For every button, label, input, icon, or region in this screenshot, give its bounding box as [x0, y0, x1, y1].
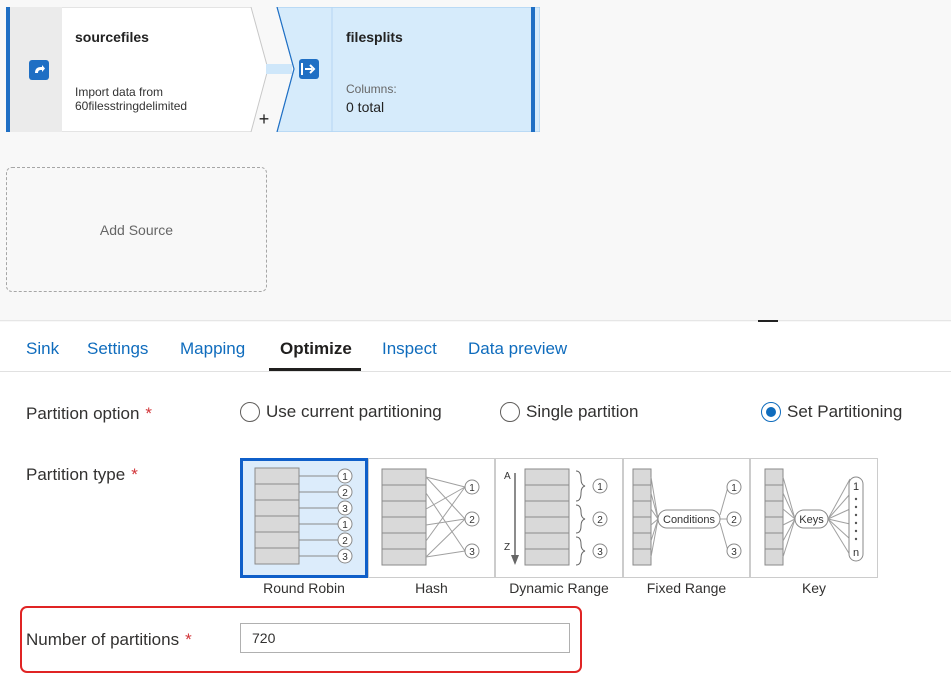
required-mark: *	[185, 630, 192, 649]
round-robin-mark: 2	[342, 488, 348, 499]
radio-indicator	[240, 402, 260, 422]
partition-tile-hash[interactable]: 1 2 3	[368, 458, 495, 578]
source-node-subtitle-2: 60filesstringdelimited	[75, 99, 188, 113]
partition-tile-label-round-robin: Round Robin	[263, 580, 345, 596]
radio-set-partitioning[interactable]: Set Partitioning	[761, 402, 902, 422]
source-icon	[29, 60, 49, 80]
sink-node-filesplits[interactable]: filesplits Columns: 0 total	[276, 7, 540, 132]
round-robin-diagram: 1 2 3 1 2 3	[254, 467, 353, 565]
fixed-range-center: Conditions	[663, 514, 715, 526]
dynamic-range-mark: 3	[597, 547, 603, 558]
add-transform-button[interactable]: +	[257, 109, 271, 129]
partition-tile-label-fixed-range: Fixed Range	[646, 580, 727, 596]
fixed-range-mark: 3	[731, 547, 737, 558]
required-mark: *	[145, 404, 153, 423]
sink-icon	[299, 59, 319, 79]
round-robin-mark: 1	[342, 472, 348, 483]
key-diagram: Keys 1 n	[764, 468, 864, 566]
radio-indicator	[500, 402, 520, 422]
settings-tabs: Sink Settings Mapping Optimize Inspect D…	[0, 322, 951, 372]
key-center: Keys	[799, 514, 824, 526]
partition-tile-label-hash: Hash	[415, 580, 448, 596]
canvas-divider	[0, 320, 951, 321]
dynamic-range-mark: 2	[597, 515, 603, 526]
tab-sink[interactable]: Sink	[26, 322, 59, 372]
hash-mark: 2	[469, 515, 475, 526]
source-node-sourcefiles[interactable]: sourcefiles Import data from 60filesstri…	[6, 7, 268, 132]
fixed-range-mark: 2	[731, 515, 737, 526]
sink-node-columns-value: 0 total	[346, 99, 385, 115]
dynamic-range-mark: 1	[597, 482, 603, 493]
partition-option-label: Partition option *	[26, 404, 153, 423]
fixed-range-mark: 1	[731, 483, 737, 494]
partition-type-label: Partition type *	[26, 465, 138, 484]
round-robin-mark: 3	[342, 504, 348, 515]
sink-node-columns-caption: Columns:	[346, 82, 397, 96]
hash-diagram: 1 2 3	[381, 468, 480, 566]
tab-inspect[interactable]: Inspect	[382, 322, 437, 372]
partition-tile-round-robin[interactable]: 1 2 3 1 2 3	[240, 458, 368, 578]
dynamic-range-diagram: A Z 1 2 3	[504, 468, 608, 566]
sink-node-title: filesplits	[346, 29, 403, 45]
radio-indicator-checked	[761, 402, 781, 422]
range-axis-bottom: Z	[504, 542, 510, 553]
partition-tile-fixed-range[interactable]: Conditions 1 2 3	[623, 458, 750, 578]
round-robin-mark: 2	[342, 536, 348, 547]
partition-tile-label-key: Key	[801, 580, 827, 596]
fixed-range-diagram: Conditions 1 2 3	[632, 468, 742, 566]
tab-data-preview[interactable]: Data preview	[468, 322, 567, 372]
key-mark-first: 1	[853, 481, 859, 493]
source-node-title: sourcefiles	[75, 29, 149, 45]
hash-mark: 3	[469, 547, 475, 558]
hash-mark: 1	[469, 483, 475, 494]
tab-settings[interactable]: Settings	[87, 322, 148, 372]
partition-tile-dynamic-range[interactable]: A Z 1 2 3	[495, 458, 623, 578]
add-source-button[interactable]: Add Source	[6, 167, 267, 292]
round-robin-mark: 1	[342, 520, 348, 531]
radio-use-current-partitioning[interactable]: Use current partitioning	[240, 402, 442, 422]
active-tab-indicator	[269, 368, 361, 371]
radio-single-partition[interactable]: Single partition	[500, 402, 638, 422]
dataflow-canvas[interactable]: sourcefiles Import data from 60filesstri…	[0, 0, 951, 322]
partition-tile-label-dynamic-range: Dynamic Range	[509, 580, 609, 596]
add-source-label: Add Source	[99, 221, 174, 238]
num-partitions-input[interactable]	[240, 623, 570, 653]
tab-mapping[interactable]: Mapping	[180, 322, 245, 372]
tab-optimize[interactable]: Optimize	[280, 322, 352, 372]
key-mark-last: n	[853, 547, 859, 559]
num-partitions-label: Number of partitions *	[26, 630, 192, 649]
source-node-subtitle-1: Import data from	[75, 85, 164, 99]
round-robin-mark: 3	[342, 552, 348, 563]
partition-tile-key[interactable]: Keys 1 n	[750, 458, 878, 578]
range-axis-top: A	[504, 471, 511, 482]
required-mark: *	[131, 465, 138, 484]
